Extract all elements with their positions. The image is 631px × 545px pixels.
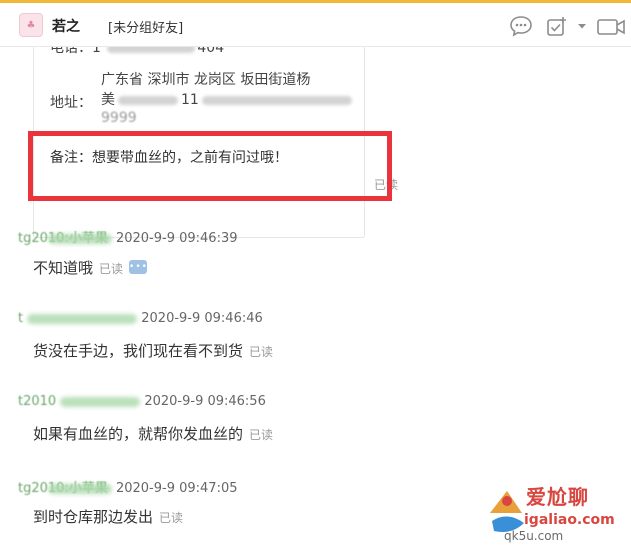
message-sender[interactable]: t2010 bbox=[18, 394, 56, 409]
message-time: 2020-9-9 09:46:39 bbox=[115, 231, 238, 246]
message-read-status: 已读 bbox=[159, 511, 184, 525]
chat-message-area[interactable]: 电话：1 404 地址： 广东省 深圳市 龙岗区 坂田街道杨 美 11 9999 … bbox=[0, 47, 631, 545]
sender-redaction bbox=[27, 313, 138, 324]
phone-label: 电话： bbox=[50, 47, 92, 56]
add-task-icon[interactable] bbox=[545, 15, 569, 37]
message-read-status: 已读 bbox=[249, 345, 274, 359]
video-call-icon[interactable] bbox=[596, 15, 626, 37]
message-header: tg2010:小苹果 2020-9-9 09:47:05 bbox=[18, 477, 238, 496]
address-line-2-mid: 11 bbox=[181, 92, 199, 108]
address-line-2: 美 11 bbox=[101, 90, 352, 110]
phone-suffix: 404 bbox=[197, 47, 225, 56]
chat-header: ♣ 若之 [未分组好友] bbox=[0, 3, 631, 47]
watermark-url: igaliao.com bbox=[524, 512, 615, 528]
message-bubble[interactable]: 货没在手边，我们现在看不到货 已读 bbox=[33, 340, 273, 361]
message-read-status: 已读 bbox=[249, 428, 274, 442]
address-label: 地址： bbox=[50, 95, 92, 111]
watermark-bottom-text: qk5u.com bbox=[504, 529, 564, 543]
phone-redaction bbox=[107, 47, 196, 53]
message-header: tg2010:小苹果 2020-9-9 09:46:39 bbox=[18, 227, 238, 246]
more-options-icon[interactable]: ••• bbox=[129, 259, 148, 274]
address-redaction-1 bbox=[118, 95, 178, 105]
message-text: 货没在手边，我们现在看不到货 bbox=[33, 342, 244, 360]
sender-redaction bbox=[47, 233, 112, 244]
message-header: t2010 2020-9-9 09:46:56 bbox=[18, 394, 266, 409]
contact-name[interactable]: 若之 bbox=[52, 16, 80, 36]
message-time: 2020-9-9 09:46:56 bbox=[144, 394, 266, 409]
message-time: 2020-9-9 09:46:46 bbox=[141, 311, 263, 326]
message-bubble[interactable]: 到时仓库那边发出 已读 bbox=[33, 506, 183, 527]
message-bubble[interactable]: 如果有血丝的，就帮你发血丝的 已读 bbox=[33, 423, 273, 444]
message-bubble[interactable]: 不知道哦 已读 ••• bbox=[33, 257, 148, 278]
message-sender[interactable]: t bbox=[18, 311, 23, 326]
message-text: 不知道哦 bbox=[33, 259, 94, 277]
address-redaction-2 bbox=[201, 95, 352, 105]
message-text: 如果有血丝的，就帮你发血丝的 bbox=[33, 425, 244, 443]
chat-bubble-icon[interactable] bbox=[509, 15, 533, 37]
annotation-highlight-box bbox=[28, 131, 392, 201]
message-time: 2020-9-9 09:47:05 bbox=[115, 481, 238, 496]
phone-value: 1 bbox=[92, 47, 101, 56]
message-text: 到时仓库那边发出 bbox=[33, 508, 154, 526]
contact-avatar[interactable]: ♣ bbox=[19, 13, 43, 37]
contact-group-label: [未分组好友] bbox=[108, 21, 184, 36]
phone-row: 电话：1 404 bbox=[50, 47, 224, 57]
address-line-1: 广东省 深圳市 龙岗区 坂田街道杨 bbox=[101, 72, 311, 88]
address-line-3: 9999 bbox=[101, 110, 137, 126]
site-watermark: 爱尬聊 igaliao.com qk5u.com bbox=[482, 479, 631, 545]
address-line-2-start: 美 bbox=[101, 92, 115, 108]
message-header: t 2020-9-9 09:46:46 bbox=[18, 311, 263, 326]
watermark-title: 爱尬聊 bbox=[526, 485, 589, 509]
sender-redaction bbox=[47, 483, 112, 494]
message-read-status: 已读 bbox=[99, 262, 124, 276]
dropdown-arrow-icon[interactable] bbox=[576, 15, 588, 37]
sender-redaction bbox=[60, 396, 141, 407]
